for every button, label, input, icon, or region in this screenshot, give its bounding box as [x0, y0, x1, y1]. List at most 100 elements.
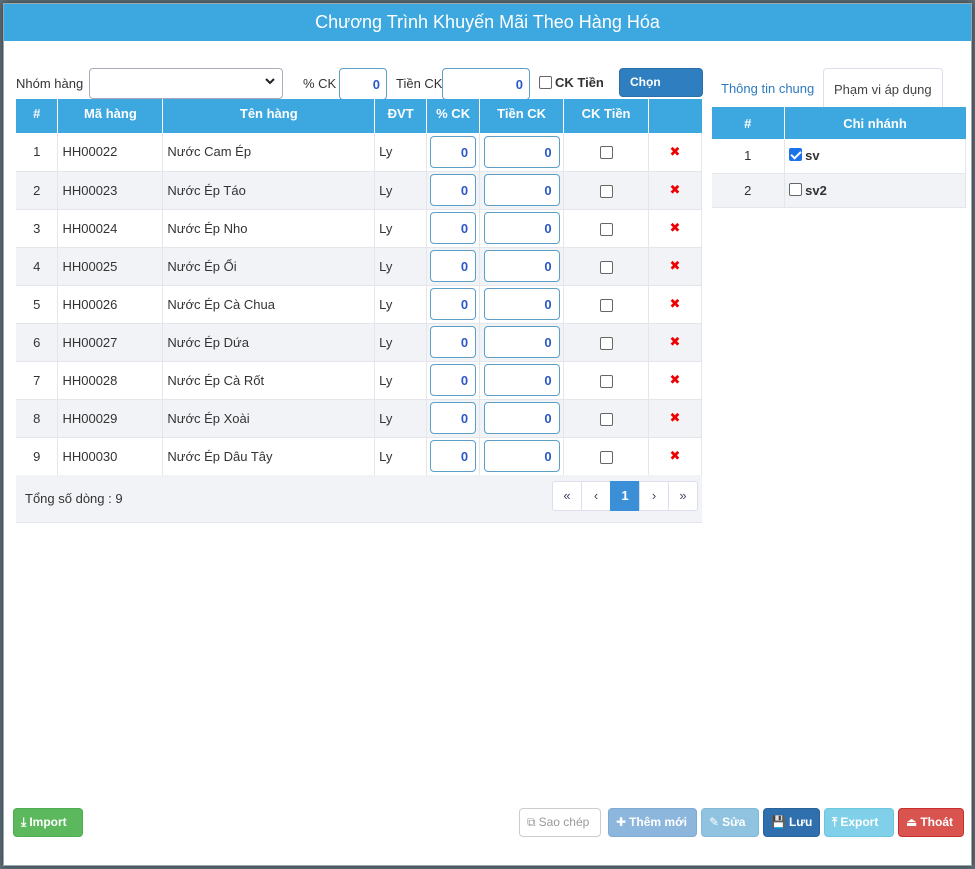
row-name: Nước Ép Táo [162, 171, 376, 210]
pager-last[interactable]: » [668, 481, 698, 511]
ck-money-checkbox[interactable] [539, 75, 552, 89]
row-code: HH00022 [57, 133, 164, 172]
row-ck-money-checkbox[interactable] [599, 260, 613, 274]
row-no: 7 [16, 361, 59, 400]
product-table: # Mã hàng Tên hàng ĐVT % CK Tiền CK CK T… [16, 99, 702, 476]
row-amount-input[interactable]: 0 [483, 288, 560, 320]
delete-icon[interactable]: ✖ [648, 133, 702, 172]
row-pct-input[interactable]: 0 [430, 440, 477, 472]
import-button[interactable]: ⤓ Import [13, 808, 83, 837]
row-amount-input[interactable]: 0 [483, 440, 560, 472]
edit-label: Sửa [722, 815, 746, 829]
row-pct-input[interactable]: 0 [430, 212, 477, 244]
row-pct-input[interactable]: 0 [430, 250, 477, 282]
row-amount-input[interactable]: 0 [483, 402, 560, 434]
quick-pick-button[interactable]: Chọn nhanh [619, 68, 703, 116]
delete-icon[interactable]: ✖ [648, 247, 702, 286]
col-header-pct: % CK [426, 99, 481, 133]
row-unit: Ly [374, 285, 428, 324]
row-unit: Ly [374, 361, 428, 400]
row-code: HH00028 [57, 361, 164, 400]
row-unit: Ly [374, 209, 428, 248]
table-row: 6 HH00027 Nước Ép Dứa Ly 0 0 ✖ [16, 323, 702, 362]
row-code: HH00027 [57, 323, 164, 362]
table-row: 4 HH00025 Nước Ép Ổi Ly 0 0 ✖ [16, 247, 702, 286]
row-pct-input[interactable]: 0 [430, 326, 477, 358]
copy-button[interactable]: ⧉ Sao chép [519, 808, 601, 837]
dialog-title: Chương Trình Khuyến Mãi Theo Hàng Hóa [4, 4, 971, 41]
col-header-delete [648, 99, 702, 133]
row-amount-input[interactable]: 0 [483, 364, 560, 396]
row-pct-input[interactable]: 0 [430, 364, 477, 396]
delete-icon[interactable]: ✖ [648, 285, 702, 324]
export-button[interactable]: ⤒ Export [824, 808, 894, 837]
delete-icon[interactable]: ✖ [648, 209, 702, 248]
row-amount-input[interactable]: 0 [483, 174, 560, 206]
row-ck-money-checkbox[interactable] [599, 450, 613, 464]
row-amount-input[interactable]: 0 [483, 326, 560, 358]
delete-icon[interactable]: ✖ [648, 399, 702, 438]
tab-scope[interactable]: Phạm vi áp dụng [823, 68, 943, 111]
amount-input[interactable]: 0 [442, 68, 530, 100]
delete-icon[interactable]: ✖ [648, 437, 702, 476]
row-name: Nước Ép Cà Rốt [162, 361, 376, 400]
row-pct-input[interactable]: 0 [430, 174, 477, 206]
branch-checkbox[interactable] [788, 182, 802, 196]
row-ck-money-checkbox[interactable] [599, 298, 613, 312]
delete-icon[interactable]: ✖ [648, 361, 702, 400]
pct-input[interactable]: 0 [339, 68, 387, 100]
row-pct-input[interactable]: 0 [430, 135, 477, 168]
pager-first[interactable]: « [552, 481, 582, 511]
row-ck-money-checkbox[interactable] [599, 222, 613, 236]
branch-no: 2 [712, 173, 785, 208]
ck-money-label: CK Tiền [555, 75, 604, 90]
col-header-amount: Tiền CK [479, 99, 565, 133]
exit-button[interactable]: ⏏ Thoát [898, 808, 964, 837]
pager-prev[interactable]: ‹ [581, 481, 611, 511]
delete-icon[interactable]: ✖ [648, 323, 702, 362]
edit-button[interactable]: ✎ Sửa [701, 808, 759, 837]
branch-name: sv [805, 148, 820, 164]
right-tabs: Thông tin chung Phạm vi áp dụng [711, 68, 966, 111]
row-no: 9 [16, 437, 59, 476]
row-no: 1 [16, 133, 59, 172]
table-row: 2 HH00023 Nước Ép Táo Ly 0 0 ✖ [16, 171, 702, 210]
row-unit: Ly [374, 437, 428, 476]
branch-header-row: # Chi nhánh [712, 107, 966, 139]
row-pct-input[interactable]: 0 [430, 288, 477, 320]
table-row: 8 HH00029 Nước Ép Xoài Ly 0 0 ✖ [16, 399, 702, 438]
row-pct-input[interactable]: 0 [430, 402, 477, 434]
row-unit: Ly [374, 133, 428, 172]
col-header-ck-money: CK Tiền [563, 99, 650, 133]
col-header-code: Mã hàng [57, 99, 164, 133]
add-button[interactable]: ✚ Thêm mới [608, 808, 697, 837]
branch-checkbox[interactable] [788, 148, 802, 162]
pencil-icon: ✎ [709, 815, 720, 829]
group-select[interactable] [89, 68, 283, 99]
row-name: Nước Ép Dâu Tây [162, 437, 376, 476]
branch-name: sv2 [805, 182, 827, 198]
tab-general[interactable]: Thông tin chung [711, 68, 824, 110]
table-header-row: # Mã hàng Tên hàng ĐVT % CK Tiền CK CK T… [16, 99, 702, 133]
row-ck-money-checkbox[interactable] [599, 184, 613, 198]
row-ck-money-checkbox[interactable] [599, 146, 613, 160]
ck-money-toggle[interactable]: CK Tiền [539, 75, 604, 90]
table-row: 9 HH00030 Nước Ép Dâu Tây Ly 0 0 ✖ [16, 437, 702, 476]
row-name: Nước Cam Ép [162, 133, 376, 172]
row-name: Nước Ép Nho [162, 209, 376, 248]
row-ck-money-checkbox[interactable] [599, 412, 613, 426]
save-button[interactable]: 💾 Lưu [763, 808, 820, 837]
row-name: Nước Ép Xoài [162, 399, 376, 438]
pager-page-1[interactable]: 1 [610, 481, 640, 511]
delete-icon[interactable]: ✖ [648, 171, 702, 210]
row-unit: Ly [374, 399, 428, 438]
row-code: HH00026 [57, 285, 164, 324]
row-ck-money-checkbox[interactable] [599, 374, 613, 388]
pager-next[interactable]: › [639, 481, 669, 511]
row-ck-money-checkbox[interactable] [599, 336, 613, 350]
exit-icon: ⏏ [906, 815, 918, 829]
row-amount-input[interactable]: 0 [483, 212, 560, 244]
branch-no: 1 [712, 139, 785, 174]
row-amount-input[interactable]: 0 [483, 135, 560, 168]
row-amount-input[interactable]: 0 [483, 250, 560, 282]
